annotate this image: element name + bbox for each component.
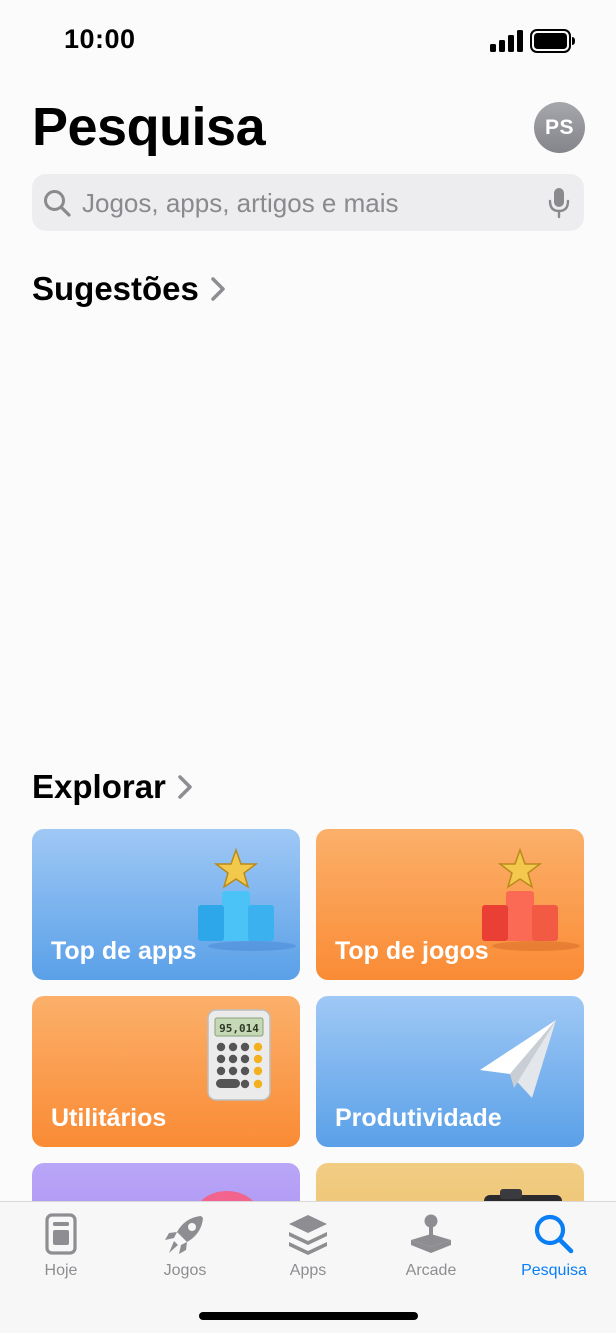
status-bar: 10:00 [0,0,616,80]
search-bar[interactable]: Jogos, apps, artigos e mais [32,174,584,231]
tab-today[interactable]: Hoje [6,1212,116,1288]
tab-arcade[interactable]: Arcade [376,1212,486,1288]
avatar-initials: PS [544,115,574,139]
home-indicator[interactable] [199,1312,418,1320]
signal-icon [490,30,523,52]
status-time: 10:00 [64,24,136,54]
explore-title: Explorar [32,768,166,805]
suggestions-header[interactable]: Sugestões [32,270,225,308]
explore-header[interactable]: Explorar [32,768,192,806]
chevron-right-icon [178,775,192,799]
category-label: Top de jogos [335,937,489,965]
tab-label: Hoje [44,1262,78,1279]
rocket-icon [165,1216,203,1254]
calculator-display: 95,014 [219,1022,259,1035]
suggestions-title: Sugestões [32,270,199,307]
category-label: Utilitários [51,1104,167,1132]
today-icon [45,1213,77,1255]
page-title: Pesquisa [32,97,266,157]
microphone-icon[interactable] [548,187,570,219]
podium-blue-icon [198,847,296,951]
battery-icon [530,29,575,53]
tab-games[interactable]: Jogos [130,1212,240,1288]
avatar[interactable]: PS [534,102,585,153]
category-label: Produtividade [335,1104,502,1132]
joystick-icon [411,1214,451,1253]
category-card-productivity[interactable]: Produtividade [316,996,584,1147]
search-input[interactable]: Jogos, apps, artigos e mais [82,188,399,219]
search-icon [44,190,71,217]
calculator-icon: 95,014 [207,1009,271,1101]
search-icon [534,1214,574,1254]
tab-label: Jogos [163,1262,207,1279]
category-label: Top de apps [51,937,197,965]
category-card-top-games[interactable]: Top de jogos [316,829,584,980]
tab-label: Pesquisa [521,1262,587,1279]
paper-plane-icon [480,1020,556,1098]
category-card-top-apps[interactable]: Top de apps [32,829,300,980]
chevron-right-icon [211,277,225,301]
podium-red-icon [482,847,580,951]
tab-label: Apps [289,1262,327,1279]
tab-search[interactable]: Pesquisa [499,1212,609,1288]
tab-apps[interactable]: Apps [253,1212,363,1288]
layers-icon [289,1215,327,1255]
tab-label: Arcade [405,1262,457,1279]
category-card-utilities[interactable]: 95,014 Utilitários [32,996,300,1147]
